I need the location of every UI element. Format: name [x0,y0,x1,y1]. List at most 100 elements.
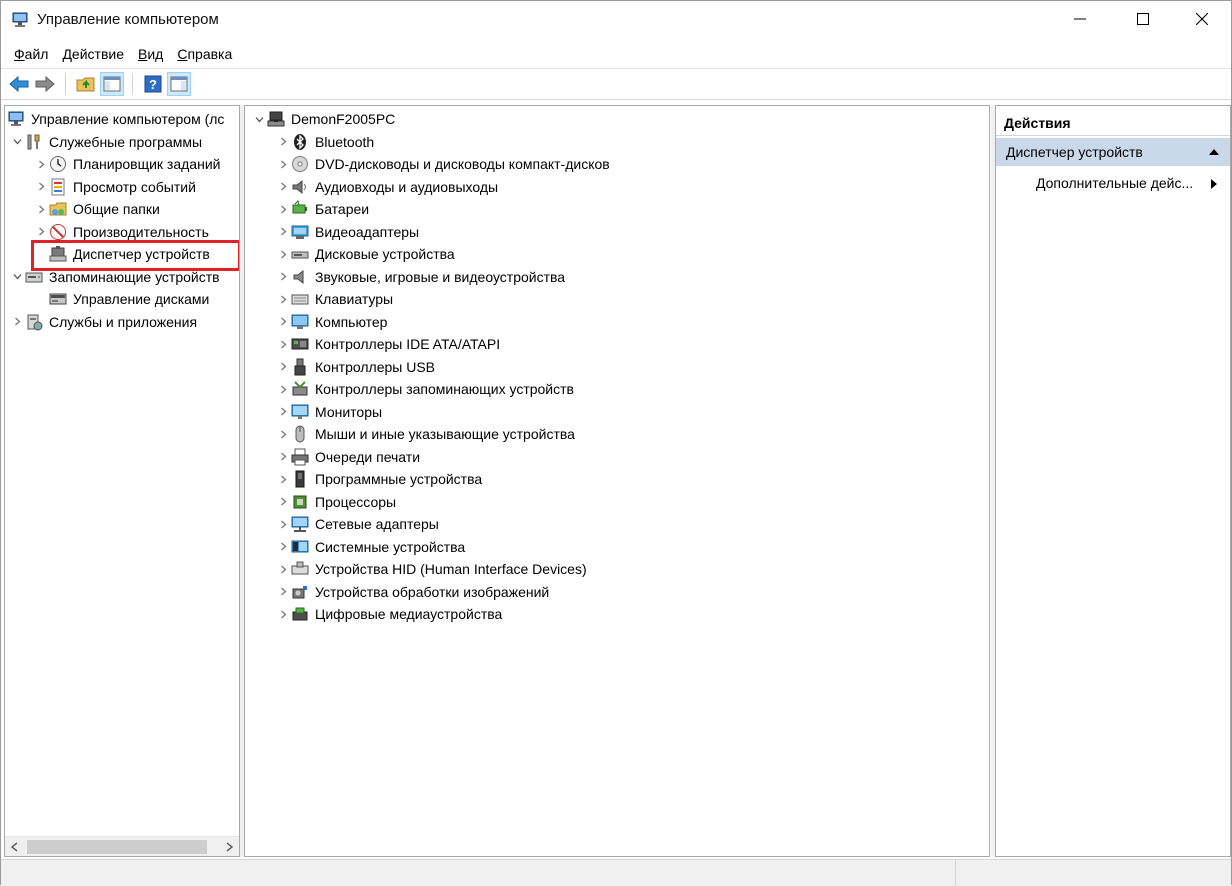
maximize-button[interactable] [1120,1,1166,37]
chevron-right-icon[interactable] [279,205,288,214]
minimize-button[interactable] [1057,1,1103,37]
tree-item[interactable]: Управление дисками [33,288,209,310]
tree-expander[interactable] [275,471,291,487]
scrollbar-thumb[interactable] [27,840,207,854]
chevron-right-icon[interactable] [279,250,288,259]
device-category-item[interactable]: Компьютер [275,311,387,333]
collapse-up-icon[interactable] [1208,148,1220,156]
tree-expander[interactable] [275,314,291,330]
tree-expander[interactable] [275,336,291,352]
device-category-item[interactable]: Процессоры [275,491,396,513]
device-category-item[interactable]: Клавиатуры [275,288,393,310]
chevron-right-icon[interactable] [279,452,288,461]
device-category-item[interactable]: DVD-дисководы и дисководы компакт-дисков [275,153,610,175]
chevron-right-icon[interactable] [279,407,288,416]
chevron-down-icon[interactable] [13,137,22,146]
tree-item[interactable]: Диспетчер устройств [33,243,210,265]
chevron-right-icon[interactable] [279,362,288,371]
chevron-right-icon[interactable] [279,385,288,394]
chevron-right-icon[interactable] [279,430,288,439]
tree-expander[interactable] [275,561,291,577]
device-category-item[interactable]: Мониторы [275,401,382,423]
show-hide-action-pane-button[interactable] [167,72,191,96]
chevron-right-icon[interactable] [279,542,288,551]
device-category-item[interactable]: Контроллеры запоминающих устройств [275,378,574,400]
tree-item[interactable]: Управление компьютером (лс [7,108,224,130]
tree-expander[interactable] [275,201,291,217]
tree-expander[interactable] [275,381,291,397]
tree-expander[interactable] [9,134,25,150]
chevron-right-icon[interactable] [279,227,288,236]
tree-expander[interactable] [275,606,291,622]
menu-item[interactable]: Справка [170,46,239,62]
chevron-right-icon[interactable] [279,160,288,169]
chevron-right-icon[interactable] [37,205,46,214]
tree-item[interactable]: Производительность [33,221,209,243]
chevron-right-icon[interactable] [279,587,288,596]
menu-item[interactable]: Файл [7,46,55,62]
device-category-item[interactable]: Батареи [275,198,369,220]
menu-item[interactable]: Вид [131,46,170,62]
console-tree-pane[interactable]: Управление компьютером (лс Служебные прог… [4,105,240,857]
chevron-right-icon[interactable] [279,565,288,574]
tree-expander[interactable] [251,111,267,127]
chevron-right-icon[interactable] [279,317,288,326]
tree-expander[interactable] [275,494,291,510]
device-category-item[interactable]: Устройства обработки изображений [275,581,549,603]
tree-expander[interactable] [275,539,291,555]
tree-expander[interactable] [275,246,291,262]
tree-item[interactable]: Запоминающие устройств [9,266,220,288]
scroll-right-icon[interactable] [223,841,235,853]
tree-expander[interactable] [33,201,49,217]
chevron-right-icon[interactable] [37,160,46,169]
device-category-item[interactable]: Контроллеры USB [275,356,435,378]
device-category-item[interactable]: Дисковые устройства [275,243,455,265]
tree-expander[interactable] [275,156,291,172]
chevron-right-icon[interactable] [279,610,288,619]
tree-expander[interactable] [9,269,25,285]
device-category-item[interactable]: Цифровые медиаустройства [275,603,502,625]
device-category-item[interactable]: Программные устройства [275,468,482,490]
device-category-item[interactable]: Устройства HID (Human Interface Devices) [275,558,587,580]
show-hide-console-tree-button[interactable] [100,72,124,96]
device-category-item[interactable]: Bluetooth [275,131,374,153]
tree-expander[interactable] [275,449,291,465]
close-button[interactable] [1179,1,1225,37]
device-category-item[interactable]: Аудиовходы и аудиовыходы [275,176,498,198]
chevron-down-icon[interactable] [13,272,22,281]
tree-expander[interactable] [33,156,49,172]
tree-item[interactable]: Служебные программы [9,131,202,153]
tree-expander[interactable] [275,426,291,442]
chevron-right-icon[interactable] [279,182,288,191]
chevron-right-icon[interactable] [13,317,22,326]
tree-expander[interactable] [275,269,291,285]
menu-item[interactable]: Действие [55,46,131,62]
chevron-right-icon[interactable] [279,137,288,146]
device-tree-root[interactable]: DemonF2005PC [251,108,395,130]
tree-expander[interactable] [275,516,291,532]
chevron-right-icon[interactable] [37,182,46,191]
tree-item[interactable]: Службы и приложения [9,311,197,333]
device-category-item[interactable]: Мыши и иные указывающие устройства [275,423,575,445]
chevron-right-icon[interactable] [279,340,288,349]
help-button[interactable]: ? [141,72,165,96]
chevron-right-icon[interactable] [279,497,288,506]
device-category-item[interactable]: Видеоадаптеры [275,221,419,243]
tree-expander[interactable] [275,224,291,240]
tree-expander[interactable] [275,584,291,600]
device-category-item[interactable]: Системные устройства [275,536,465,558]
tree-expander[interactable] [275,291,291,307]
device-category-item[interactable]: Контроллеры IDE ATA/ATAPI [275,333,500,355]
chevron-down-icon[interactable] [255,115,264,124]
chevron-right-icon[interactable] [37,227,46,236]
device-category-item[interactable]: Сетевые адаптеры [275,513,439,535]
chevron-right-icon[interactable] [279,475,288,484]
tree-item[interactable]: Планировщик заданий [33,153,220,175]
tree-item[interactable]: Просмотр событий [33,176,196,198]
back-button[interactable] [7,72,31,96]
tree-expander[interactable] [275,359,291,375]
chevron-right-icon[interactable] [279,272,288,281]
horizontal-scrollbar[interactable] [5,836,239,856]
device-category-item[interactable]: Очереди печати [275,446,420,468]
tree-expander[interactable] [33,224,49,240]
